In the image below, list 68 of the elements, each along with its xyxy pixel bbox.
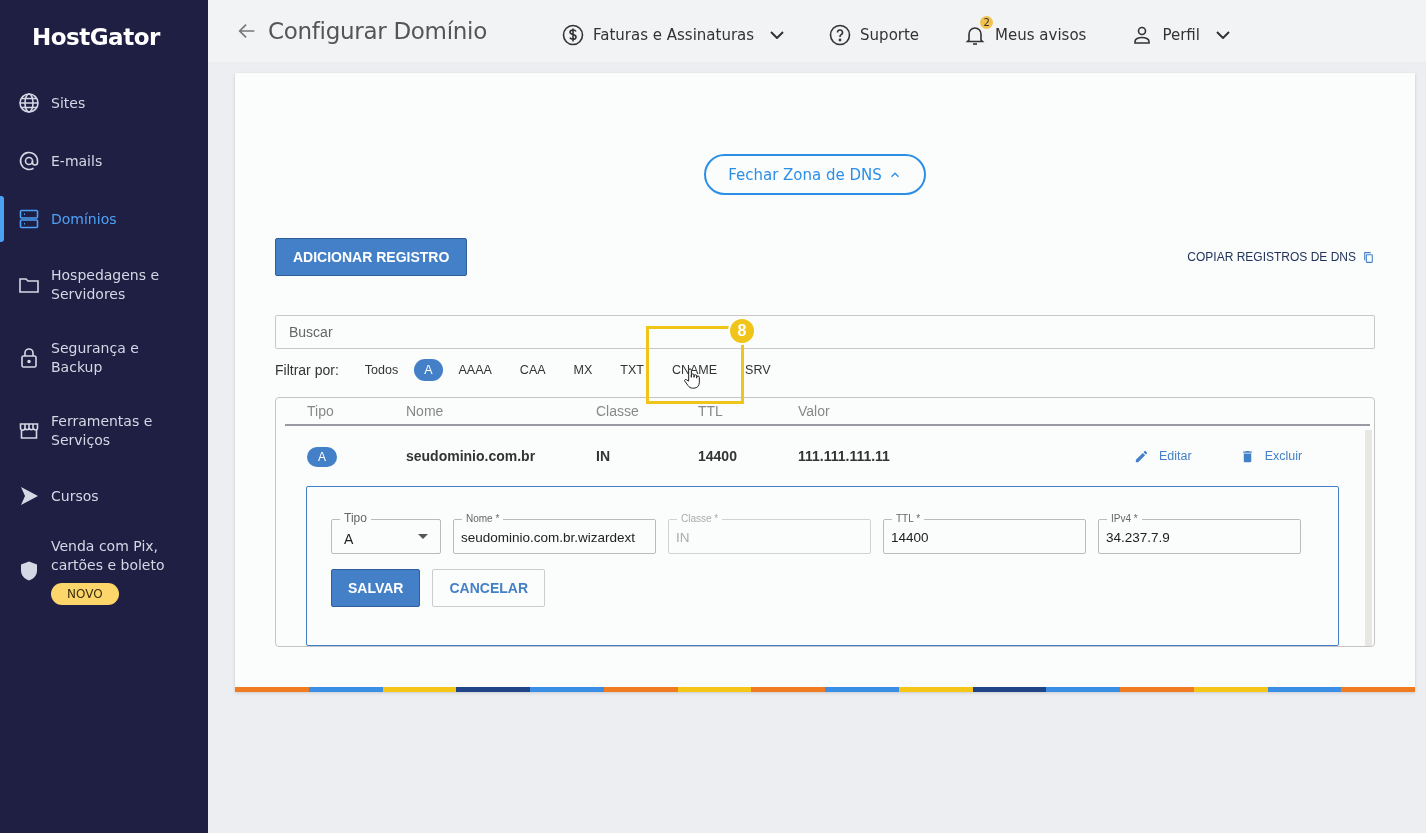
globe-icon bbox=[17, 91, 41, 115]
chevron-down-icon bbox=[1215, 30, 1230, 39]
filter-chip[interactable]: Todos bbox=[352, 359, 411, 381]
filter-chip[interactable]: SRV bbox=[733, 359, 783, 381]
table-cell-text: seudominio.com.br bbox=[406, 448, 537, 464]
sidebar-item[interactable]: Hospedagens e Servidores bbox=[0, 248, 208, 321]
sidebar-item-label: E-mails bbox=[51, 151, 103, 171]
table-cell-text: 14400 bbox=[698, 448, 738, 464]
filter-chip[interactable]: MX bbox=[561, 359, 605, 381]
field-label: TTL * bbox=[892, 513, 925, 525]
edit-link[interactable]: Editar bbox=[1134, 448, 1192, 464]
sidebar-item-label: Ferramentas e Serviços bbox=[51, 411, 154, 450]
column-header: TTL bbox=[698, 403, 724, 419]
copy-icon bbox=[1362, 250, 1375, 264]
delete-link[interactable]: Excluir bbox=[1239, 448, 1303, 464]
sidebar-item[interactable]: Ferramentas e Serviços bbox=[0, 394, 208, 467]
sidebar-item-label: Sites bbox=[51, 93, 86, 113]
column-header: Classe bbox=[596, 403, 640, 419]
nav-label: Perfil bbox=[1162, 25, 1200, 44]
notification-count: 2 bbox=[980, 15, 994, 29]
new-badge: NOVO bbox=[51, 583, 119, 605]
nav-label: Faturas e Assinaturas bbox=[593, 25, 755, 44]
cancel-button[interactable]: CANCELAR bbox=[432, 569, 546, 607]
filter-chip[interactable]: TXT bbox=[608, 359, 656, 381]
filter-chip[interactable]: CAA bbox=[507, 359, 558, 381]
sidebar-item[interactable]: E-mails bbox=[0, 132, 208, 190]
add-record-button[interactable]: ADICIONAR REGISTRO bbox=[275, 238, 468, 276]
save-button[interactable]: SALVAR bbox=[331, 569, 421, 607]
header-nav-item[interactable]: Faturas e Assinaturas bbox=[561, 13, 793, 49]
header-nav-item[interactable]: Suporte bbox=[828, 13, 928, 49]
field-label: IPv4 * bbox=[1107, 513, 1142, 525]
sidebar-item[interactable]: Segurança e Backup bbox=[0, 321, 208, 394]
sidebar-item[interactable]: Venda com Pix, cartões e boleto NOVO bbox=[0, 525, 208, 605]
filter-label: Filtrar por: bbox=[275, 362, 339, 378]
sidebar-item-label: Segurança e Backup bbox=[51, 338, 140, 377]
sidebar-item-label: Cursos bbox=[51, 486, 99, 506]
server-icon bbox=[17, 207, 41, 231]
filter-chip[interactable]: A bbox=[414, 359, 443, 381]
field-label: Tipo bbox=[340, 512, 371, 525]
pencil-icon bbox=[1134, 448, 1149, 464]
sidebar-item[interactable]: Cursos bbox=[0, 467, 208, 525]
help-icon bbox=[828, 22, 853, 47]
filter-chip[interactable]: CNAME bbox=[659, 359, 730, 381]
at-icon bbox=[17, 149, 41, 173]
header-nav-item[interactable]: 2 Meus avisos bbox=[963, 13, 1095, 49]
column-header: Nome bbox=[406, 403, 445, 419]
table-cell-text: IN bbox=[596, 448, 611, 464]
field-label: Nome * bbox=[462, 513, 504, 525]
page-title: Configurar Domínio bbox=[268, 18, 487, 44]
column-header: Tipo bbox=[307, 403, 335, 419]
column-header: Valor bbox=[798, 403, 831, 419]
nav-label: Meus avisos bbox=[995, 25, 1087, 44]
caret-icon bbox=[418, 534, 428, 539]
record-type-badge: A bbox=[307, 447, 337, 467]
sidebar-item[interactable]: Sites bbox=[0, 74, 208, 132]
copy-dns-link[interactable]: COPIAR REGISTROS DE DNS bbox=[1187, 250, 1375, 264]
nav-label: Suporte bbox=[860, 25, 920, 44]
sidebar-item-label: Domínios bbox=[51, 209, 117, 229]
dollar-icon bbox=[561, 22, 585, 47]
field-label: Classe * bbox=[677, 513, 723, 525]
sidebar-item[interactable]: Domínios bbox=[0, 190, 208, 248]
sidebar-item-label: Hospedagens e Servidores bbox=[51, 265, 161, 304]
chevron-down-icon bbox=[770, 30, 785, 39]
filter-chip[interactable]: AAAA bbox=[446, 359, 504, 381]
header-nav-item[interactable]: Perfil bbox=[1130, 13, 1238, 49]
logo[interactable]: HostGator bbox=[0, 0, 208, 74]
table-cell-text: 111.111.111.11 bbox=[798, 448, 891, 464]
sidebar-item-label: Venda com Pix, cartões e boleto bbox=[51, 537, 166, 575]
